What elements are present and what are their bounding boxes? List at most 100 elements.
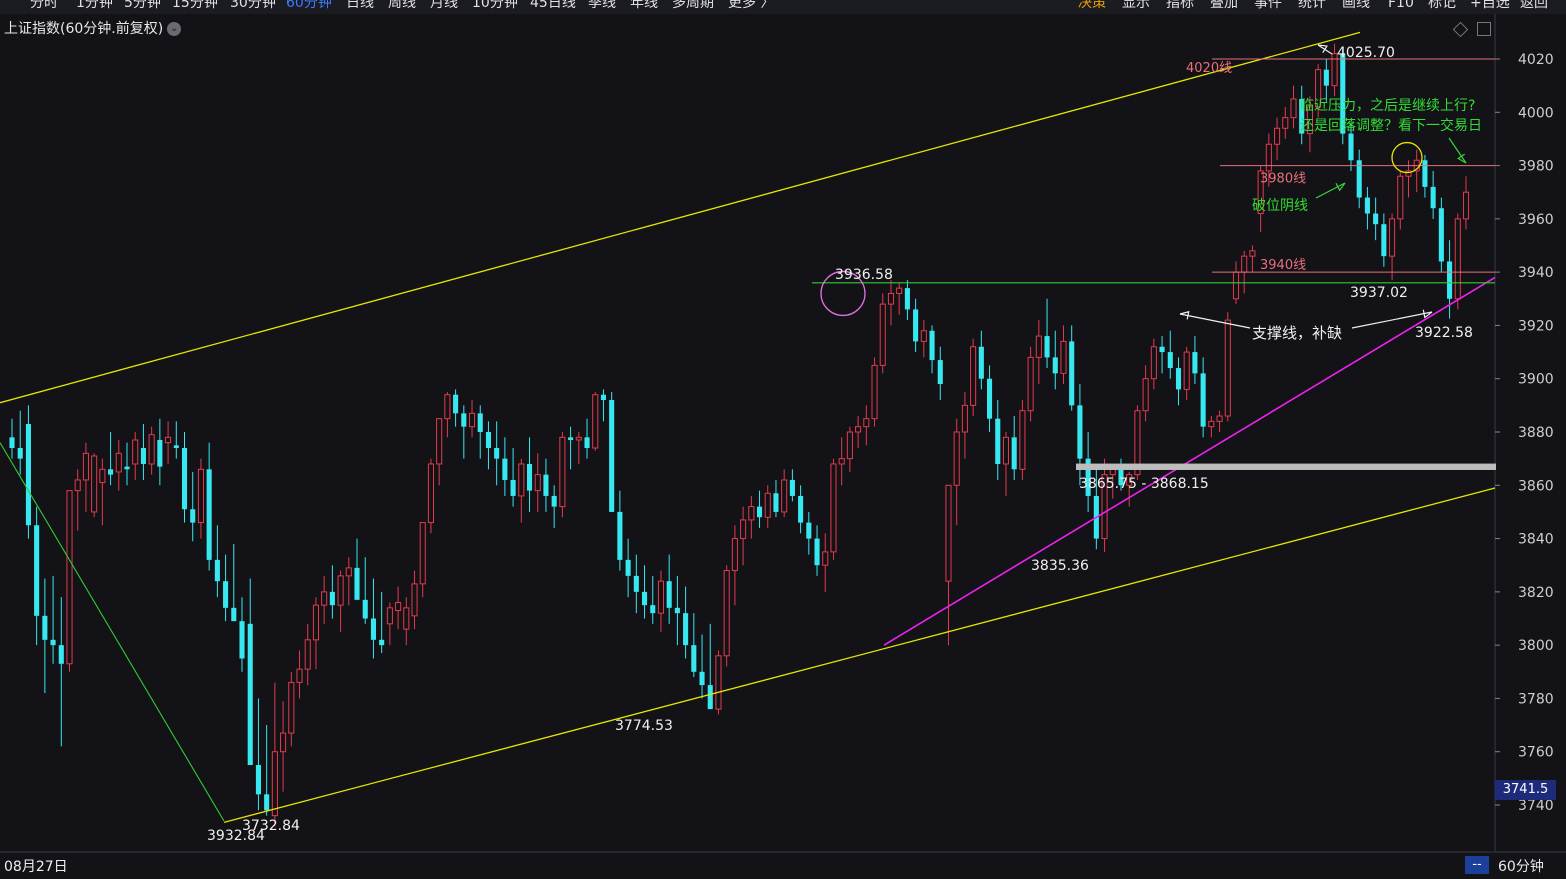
pressure-arrow [1448, 137, 1467, 164]
support-line [883, 276, 1496, 646]
candle-body [650, 605, 656, 614]
candle-body [1159, 346, 1165, 353]
menu-6[interactable]: 画线 [1342, 0, 1370, 10]
level-label-3940: 3940线 [1260, 258, 1306, 273]
tab-2[interactable]: 5分钟 [124, 0, 161, 10]
candle-body [534, 474, 541, 492]
candle-body [264, 794, 270, 811]
candle-body [584, 437, 590, 448]
x-tick-label: 11:30 [796, 853, 836, 854]
candle-body [510, 479, 516, 496]
tab-0[interactable]: 分时 [30, 0, 58, 10]
candle-body [913, 309, 919, 342]
candle-body [633, 575, 639, 592]
candle-body [453, 394, 459, 414]
x-tick-label: 15:00 [1237, 853, 1277, 854]
y-tick-label: 3940 [1518, 265, 1554, 281]
candle-body [838, 458, 845, 465]
current-price-box: 3741.5 [1495, 780, 1556, 800]
candle-body [1142, 378, 1149, 412]
candle-body [1462, 191, 1470, 220]
candle-body [568, 437, 574, 440]
candle-body [502, 458, 508, 480]
y-tick-label: 3840 [1518, 532, 1554, 548]
candle-body [82, 452, 89, 481]
candle-body [370, 618, 376, 640]
tab-5[interactable]: 60分钟 [286, 0, 332, 10]
menu-5[interactable]: 统计 [1298, 0, 1326, 10]
period-button[interactable]: 60分钟 [1498, 856, 1544, 876]
tab-14[interactable]: 更多 〉 [728, 0, 774, 10]
y-tick-label: 3760 [1518, 745, 1554, 761]
candle-body [197, 468, 204, 524]
menu-3[interactable]: 叠加 [1210, 0, 1238, 10]
candle-body [427, 463, 434, 524]
candle-body [961, 404, 968, 433]
tab-7[interactable]: 周线 [388, 0, 416, 10]
candle-body [1200, 373, 1206, 427]
tab-4[interactable]: 30分钟 [230, 0, 276, 10]
menu-7[interactable]: F10 [1388, 0, 1414, 10]
candle-body [17, 447, 23, 459]
candle-body [1224, 319, 1231, 417]
candle-body [855, 426, 862, 433]
x-tick-label: 14:00 [1326, 853, 1366, 854]
tab-12[interactable]: 年线 [630, 0, 658, 10]
tab-3[interactable]: 15分钟 [172, 0, 218, 10]
candle-body [1373, 213, 1379, 225]
menu-4[interactable]: 事件 [1254, 0, 1282, 10]
candle-body [91, 455, 98, 513]
annotation-breakdown: 破位阴线 [1252, 198, 1308, 214]
tab-13[interactable]: 多周期 [672, 0, 714, 10]
candle-body [995, 418, 1001, 464]
dash-button[interactable]: -- [1465, 856, 1489, 874]
tab-1[interactable]: 1分钟 [76, 0, 113, 10]
candle-body [1167, 352, 1173, 369]
x-tick-label: 10:30 [265, 853, 305, 854]
candle-body [740, 519, 747, 540]
tab-11[interactable]: 季线 [588, 0, 616, 10]
candle-body [609, 400, 615, 512]
candle-body [124, 466, 130, 470]
menu-9[interactable]: +自选 [1470, 0, 1510, 10]
x-tick-label: 11:30 [1057, 853, 1097, 854]
candle-body [1019, 410, 1026, 470]
menu-2[interactable]: 指标 [1166, 0, 1194, 10]
price-label: 3774.53 [615, 718, 673, 734]
candle-body [1422, 160, 1428, 187]
y-tick-label: 3980 [1518, 159, 1554, 175]
candle-body [748, 506, 755, 521]
candle-body [165, 436, 172, 444]
candle-body [896, 287, 903, 294]
candle-body [132, 439, 139, 465]
candle-body [231, 607, 237, 622]
candle-body [1208, 420, 1215, 428]
candle-body [920, 330, 927, 342]
candle-body [887, 292, 895, 305]
candle-body [879, 303, 886, 366]
tab-10[interactable]: 45日线 [530, 0, 576, 10]
candle-body [1447, 261, 1453, 299]
candle-body [798, 495, 804, 523]
menu-1[interactable]: 显示 [1122, 0, 1150, 10]
menu-10[interactable]: 返回 [1520, 0, 1548, 10]
menu-0[interactable]: 决策 [1078, 0, 1106, 10]
y-tick-label: 3820 [1518, 585, 1554, 601]
candle-body [641, 591, 648, 606]
tab-6[interactable]: 日线 [346, 0, 374, 10]
candle-body [1323, 69, 1329, 86]
tab-9[interactable]: 10分钟 [472, 0, 518, 10]
candle-body [255, 765, 261, 795]
candle-body [181, 447, 188, 510]
candlestick-chart[interactable]: 4020 4000 3980 3960 3940 3920 3900 3880 3860 3840… [0, 14, 1566, 854]
candle-body [304, 639, 311, 670]
candle-body [444, 394, 451, 420]
candle-body [830, 463, 837, 553]
candle-body [173, 445, 179, 448]
menu-8[interactable]: 标记 [1428, 0, 1456, 10]
candle-body [699, 671, 705, 686]
y-tick-label: 3860 [1518, 478, 1554, 494]
tab-8[interactable]: 月线 [430, 0, 458, 10]
candle-body [1183, 351, 1190, 390]
price-label: 4025.70 [1337, 45, 1395, 61]
